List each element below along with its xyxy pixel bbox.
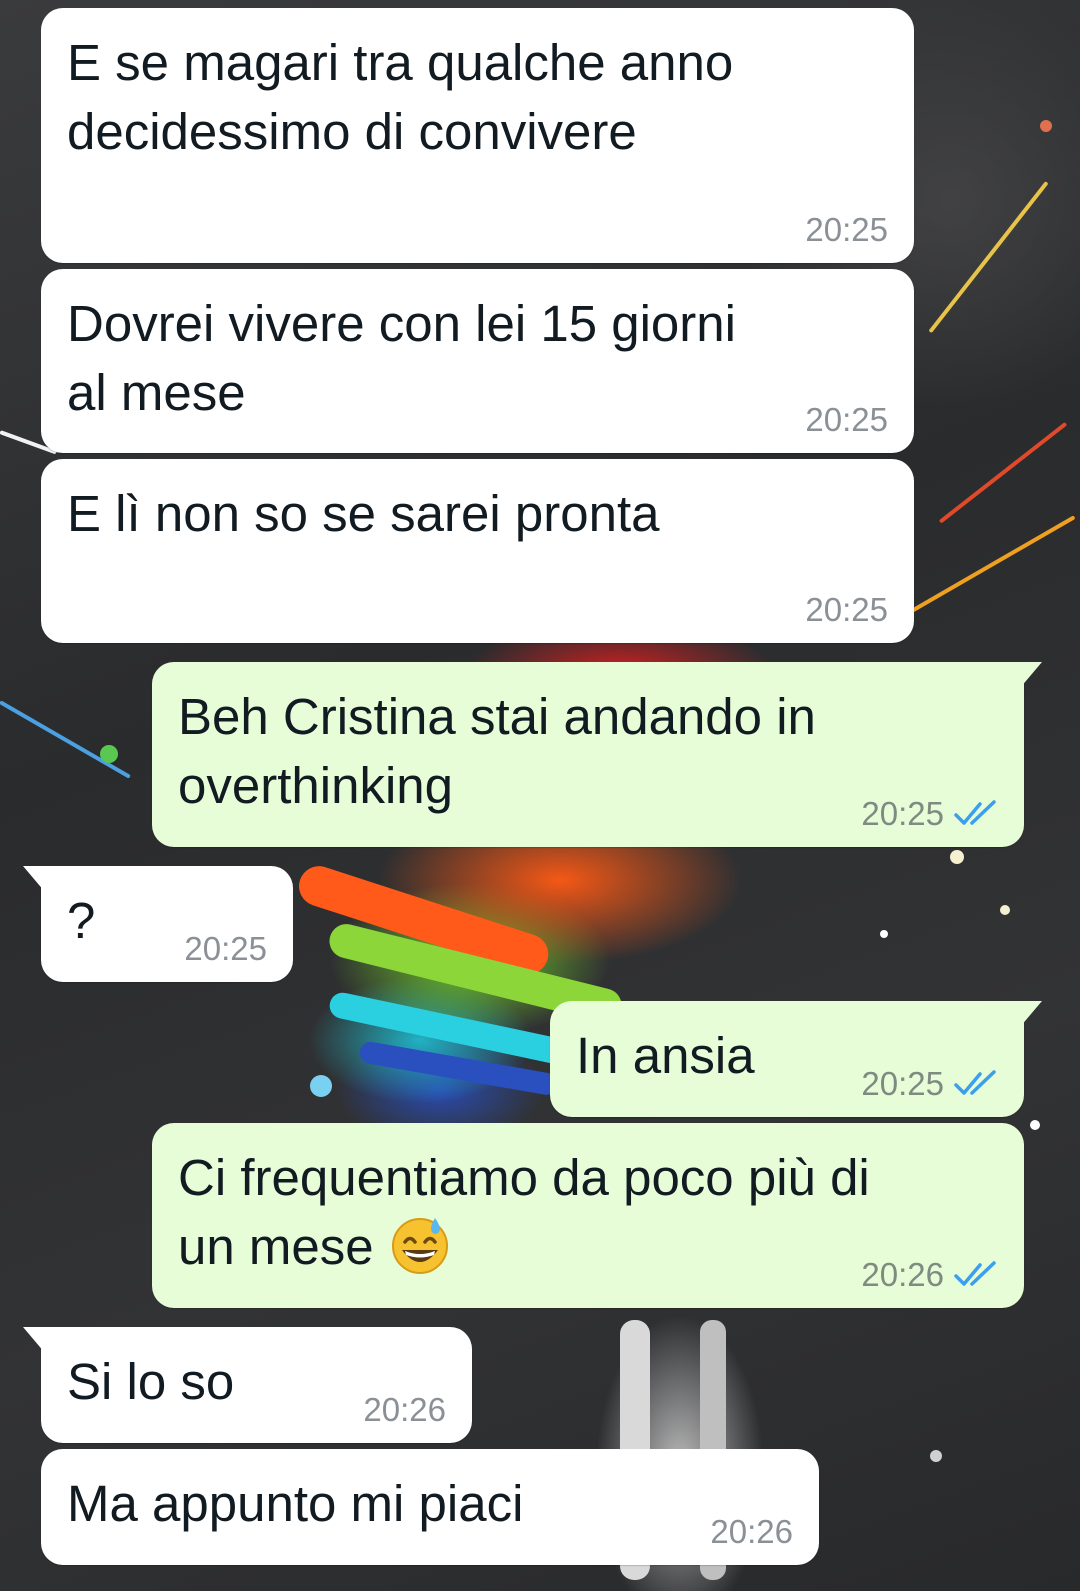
incoming-message-bubble[interactable]: ? 20:25: [23, 866, 293, 982]
message-meta: 20:25: [805, 591, 888, 629]
paint-dot: [1040, 120, 1052, 132]
double-check-read-icon: [954, 1261, 996, 1286]
double-check-read-icon: [954, 1070, 996, 1095]
message-timestamp: 20:25: [805, 591, 888, 628]
message-timestamp: 20:25: [861, 795, 944, 832]
outgoing-message-bubble[interactable]: In ansia 20:25: [550, 1001, 1042, 1117]
message-timestamp: 20:26: [710, 1513, 793, 1550]
message-timestamp: 20:26: [363, 1391, 446, 1428]
message-timestamp: 20:26: [861, 1256, 944, 1293]
paint-dot: [930, 1450, 942, 1462]
message-meta: 20:26: [861, 1256, 998, 1294]
message-meta: 20:25: [861, 795, 998, 833]
incoming-message-bubble[interactable]: Si lo so 20:26: [23, 1327, 472, 1443]
message-timestamp: 20:25: [184, 930, 267, 967]
message-timestamp: 20:25: [805, 211, 888, 248]
paint-streak: [938, 421, 1068, 524]
incoming-message-bubble[interactable]: Ma appunto mi piaci 20:26: [41, 1449, 819, 1565]
bubble-tail: [1020, 1001, 1042, 1027]
paint-streak: [909, 515, 1076, 614]
paint-dot: [1030, 1120, 1040, 1130]
paint-dot: [100, 745, 118, 763]
message-text: Ma appunto mi piaci: [67, 1475, 524, 1532]
message-meta: 20:25: [184, 930, 267, 968]
bubble-tail: [1020, 662, 1042, 688]
grinning-face-with-sweat-emoji: [391, 1218, 448, 1274]
paint-dot: [310, 1075, 332, 1097]
message-text: E lì non so se sarei pronta: [67, 485, 660, 542]
message-meta: 20:26: [710, 1513, 793, 1551]
paint-dot: [1000, 905, 1010, 915]
paint-streak: [0, 700, 131, 779]
message-text: E se magari tra qualche anno decidessimo…: [67, 34, 734, 160]
paint-streak: [928, 181, 1049, 334]
bubble-tail: [23, 866, 45, 892]
message-meta: 20:25: [805, 401, 888, 439]
message-meta: 20:25: [805, 211, 888, 249]
double-check-read-icon: [954, 800, 996, 825]
incoming-message-bubble[interactable]: Dovrei vivere con lei 15 giorni al mese …: [41, 269, 914, 453]
message-text-content: Ci frequentiamo da poco più di un mese: [178, 1149, 870, 1275]
message-timestamp: 20:25: [805, 401, 888, 438]
paint-dot: [880, 930, 888, 938]
outgoing-message-bubble[interactable]: Beh Cristina stai andando in overthinkin…: [152, 662, 1042, 847]
paint-dot: [950, 850, 964, 864]
outgoing-message-bubble[interactable]: Ci frequentiamo da poco più di un mese 2…: [152, 1123, 1024, 1308]
message-timestamp: 20:25: [861, 1065, 944, 1102]
message-meta: 20:25: [861, 1065, 998, 1103]
message-text: Dovrei vivere con lei 15 giorni al mese: [67, 295, 736, 421]
incoming-message-bubble[interactable]: E lì non so se sarei pronta 20:25: [41, 459, 914, 643]
bubble-tail: [23, 1327, 45, 1353]
message-meta: 20:26: [363, 1391, 446, 1429]
incoming-message-bubble[interactable]: E se magari tra qualche anno decidessimo…: [41, 8, 914, 263]
